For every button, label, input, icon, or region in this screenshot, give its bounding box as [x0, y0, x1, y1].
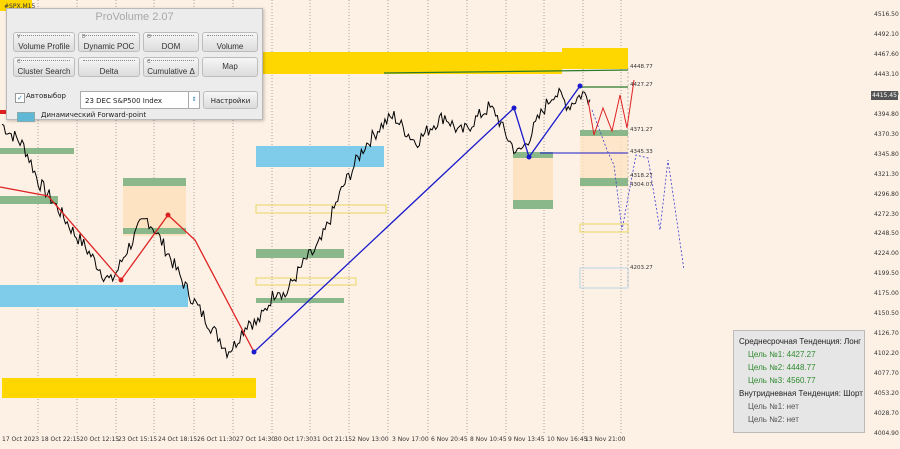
blue-pivot-4	[577, 83, 583, 89]
price-tick: 4492.10	[874, 30, 899, 38]
red-pivot-2	[165, 212, 171, 218]
price-tick: 4150.50	[874, 310, 899, 318]
panel-title: ProVolume 2.07	[95, 11, 174, 23]
auto-select-checkbox[interactable]: ✓	[15, 93, 25, 103]
zone-green-forward-bottom	[580, 178, 628, 186]
date-tick: 3 Nov 17:00	[392, 436, 429, 443]
dynamic-poc-button[interactable]: D Dynamic POC	[78, 32, 140, 52]
date-tick: 24 Oct 18:15	[158, 436, 198, 443]
date-tick: 30 Oct 17:30	[274, 436, 314, 443]
current-price-tag: 4415.45	[871, 91, 898, 100]
delta-button[interactable]: Delta	[78, 57, 140, 77]
level-label: 4345.33	[630, 149, 653, 155]
date-tick: 13 Nov 21:00	[585, 436, 626, 443]
zone-gold-upper	[262, 52, 562, 74]
price-tick: 4004.90	[874, 430, 899, 437]
date-tick: 26 Oct 11:30	[197, 436, 237, 443]
zone-gold-upper-right	[562, 48, 628, 69]
short-target-2: Цель №2: нет	[748, 415, 799, 424]
level-label: 4203.27	[630, 265, 653, 271]
date-tick: 9 Nov 13:45	[508, 436, 545, 443]
price-tick: 4516.50	[874, 11, 899, 18]
instrument-select[interactable]: 23 DEC S&P500 Index ⇕	[80, 91, 200, 109]
price-tick: 4126.70	[874, 330, 899, 338]
zone-green-mid	[256, 249, 344, 258]
medium-trend-title: Среднесрочная Тенденция: Лонг	[739, 337, 862, 346]
level-label: 4448.77	[630, 64, 653, 70]
level-label: 4304.07	[630, 182, 653, 188]
map-button[interactable]: Map	[202, 57, 258, 77]
volume-profile-button[interactable]: V Volume Profile	[13, 32, 75, 52]
date-tick: 17 Oct 2023	[2, 436, 40, 443]
zone-blue-left	[0, 285, 188, 307]
cumulative-delta-button[interactable]: C Cumulative Δ	[143, 57, 199, 77]
price-tick: 4199.50	[874, 270, 899, 278]
price-tick: 4248.50	[874, 230, 899, 238]
trend-panel: Среднесрочная Тенденция: Лонг Цель №1: 4…	[733, 330, 865, 433]
blue-pivot-2	[511, 105, 517, 111]
zone-gold-lower	[2, 378, 256, 398]
long-target-2: Цель №2: 4448.77	[748, 363, 816, 372]
date-tick: 18 Oct 22:15	[41, 436, 81, 443]
price-tick: 4175.00	[874, 290, 899, 298]
level-label: 4371.27	[630, 127, 653, 133]
price-tick: 4443.10	[874, 70, 899, 78]
settings-button[interactable]: Настройки	[203, 91, 258, 109]
date-tick: 6 Nov 20:45	[431, 436, 468, 443]
chevron-updown-icon: ⇕	[188, 92, 199, 108]
zone-green-forward-top	[580, 130, 628, 136]
date-tick: 20 Oct 12:15	[80, 436, 120, 443]
price-tick: 4053.20	[874, 390, 899, 398]
price-tick: 4394.80	[874, 110, 899, 118]
zone-green-mid-2	[256, 298, 344, 303]
price-tick: 4345.80	[874, 150, 899, 158]
dom-button[interactable]: O DOM	[143, 32, 199, 52]
level-label: 4318.27	[630, 173, 653, 179]
date-tick: 8 Nov 10:45	[470, 436, 507, 443]
long-target-3: Цель №3: 4560.77	[748, 376, 816, 385]
zone-green-left-top	[123, 178, 186, 186]
volume-button[interactable]: Volume	[202, 32, 258, 52]
date-tick: 31 Oct 21:15	[313, 436, 353, 443]
date-tick: 2 Nov 13:00	[352, 436, 389, 443]
zone-peach-right	[513, 157, 553, 207]
provolume-panel[interactable]: ProVolume 2.07 V Volume Profile D Dynamic …	[6, 8, 263, 122]
red-pivot-1	[118, 277, 124, 283]
price-tick: 4370.30	[874, 130, 899, 138]
date-tick: 10 Nov 16:45	[547, 436, 588, 443]
long-target-1: Цель №1: 4427.27	[748, 350, 816, 359]
zone-green-right-bottom	[513, 200, 553, 209]
price-tick: 4321.30	[874, 170, 899, 178]
forward-point-toggle[interactable]	[17, 112, 35, 122]
price-tick: 4224.00	[874, 250, 899, 258]
auto-select-label: Автовыбор	[26, 92, 66, 100]
intraday-trend-title: Внутридневная Тенденция: Шорт	[739, 389, 863, 398]
price-tick: 4028.70	[874, 410, 899, 418]
level-label: 4427.27	[630, 82, 653, 88]
zone-peach-left	[123, 178, 186, 236]
blue-pivot-1	[251, 349, 257, 355]
date-tick: 23 Oct 15:15	[118, 436, 158, 443]
price-tick: 4467.60	[874, 50, 899, 58]
cluster-search-button[interactable]: C Cluster Search	[13, 57, 75, 77]
short-target-1: Цель №1: нет	[748, 402, 799, 411]
price-tick: 4077.70	[874, 370, 899, 378]
price-tick: 4102.20	[874, 350, 899, 358]
price-tick: 4296.80	[874, 190, 899, 198]
zone-green-far-left	[0, 148, 74, 154]
blue-pivot-3	[526, 154, 532, 160]
price-tick: 4272.30	[874, 210, 899, 218]
date-tick: 27 Oct 14:30	[236, 436, 276, 443]
forward-point-label: Динамический Forward-point	[41, 111, 147, 119]
